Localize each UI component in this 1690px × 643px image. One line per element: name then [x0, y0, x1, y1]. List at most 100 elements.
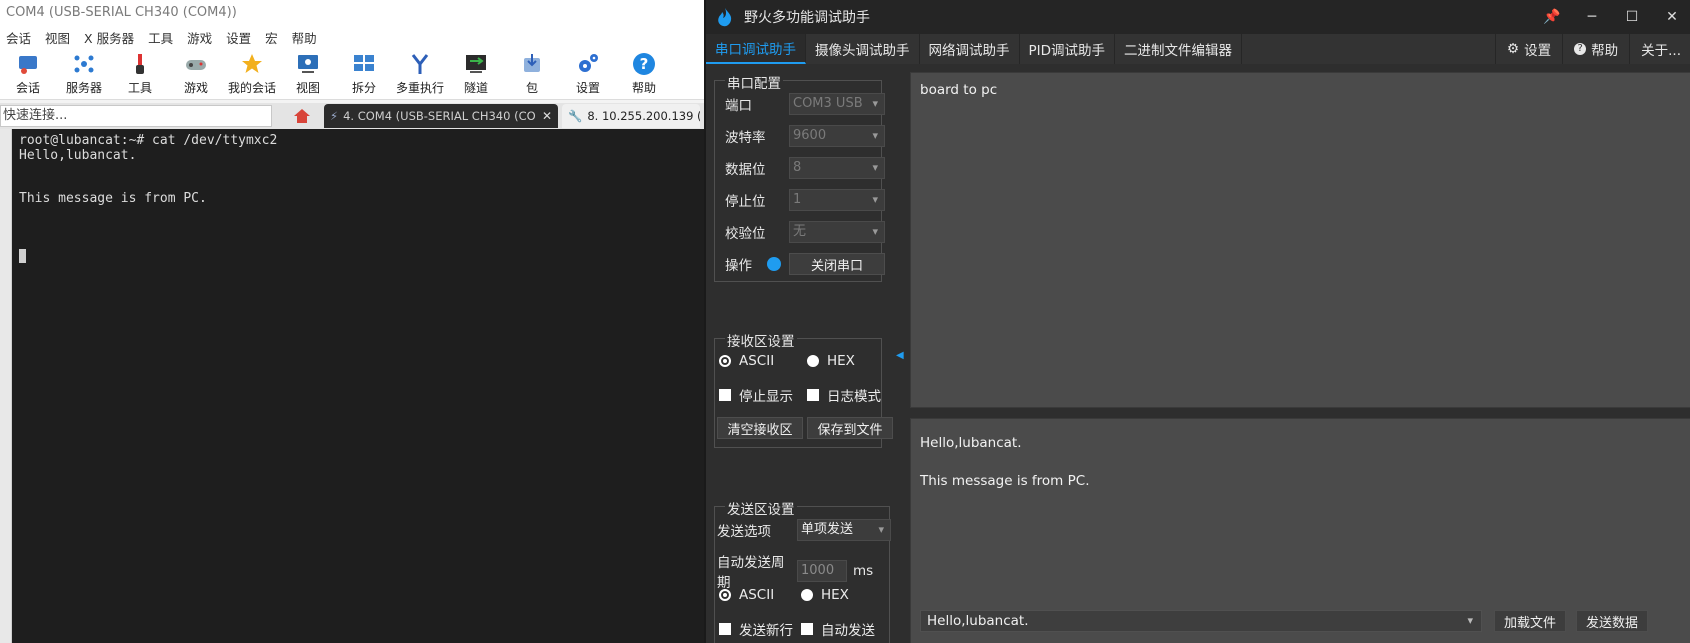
- menu-help[interactable]: 帮助: [286, 28, 325, 47]
- session-tab-ssh[interactable]: 🔧 8. 10.255.200.139 (1): [562, 104, 700, 128]
- settings-tab[interactable]: ⚙ 设置: [1495, 34, 1562, 64]
- terminal-line: Hello,lubancat.: [19, 148, 137, 163]
- quick-connect-input[interactable]: 快速连接...: [0, 105, 272, 127]
- toolbar-packages-button[interactable]: 包: [504, 48, 560, 100]
- terminal-line: root@lubancat:~# cat /dev/ttymxc2: [19, 133, 278, 148]
- send-ascii-radio[interactable]: ASCII: [719, 587, 774, 603]
- session-icon: [16, 52, 40, 76]
- toolbar-help-button[interactable]: ? 帮助: [616, 48, 672, 100]
- main-tab-bar: 串口调试助手 摄像头调试助手 网络调试助手 PID调试助手 二进制文件编辑器 ⚙…: [706, 34, 1690, 64]
- auto-period-row: 自动发送周期 1000 ms: [717, 555, 874, 591]
- tab-serial[interactable]: 串口调试助手: [706, 34, 806, 64]
- load-file-button[interactable]: 加载文件: [1494, 610, 1566, 632]
- minimize-button[interactable]: ─: [1572, 9, 1612, 25]
- toolbar-session-button[interactable]: 会话: [0, 48, 56, 100]
- toolbar-split-button[interactable]: 拆分: [336, 48, 392, 100]
- menu-sessions[interactable]: 会话: [0, 28, 39, 47]
- menu-macros[interactable]: 宏: [259, 28, 286, 47]
- receive-area[interactable]: board to pc: [910, 72, 1690, 408]
- tab-binary-editor[interactable]: 二进制文件编辑器: [1115, 34, 1243, 64]
- menu-games[interactable]: 游戏: [181, 28, 220, 47]
- port-select[interactable]: COM3 USB: [789, 93, 885, 115]
- pin-icon[interactable]: 📌: [1532, 9, 1572, 25]
- stopbits-row: 停止位 1: [725, 189, 885, 211]
- port-status-led: [767, 257, 781, 271]
- close-button[interactable]: ✕: [1652, 9, 1690, 25]
- operation-row: 操作 关闭串口: [725, 253, 885, 275]
- help-tab[interactable]: ? 帮助: [1562, 34, 1629, 64]
- menu-tools[interactable]: 工具: [142, 28, 181, 47]
- stopbits-select[interactable]: 1: [789, 189, 885, 211]
- tool-title: 野火多功能调试助手: [744, 10, 870, 26]
- tab-camera[interactable]: 摄像头调试助手: [806, 34, 920, 64]
- toolbar-servers-button[interactable]: 服务器: [56, 48, 112, 100]
- settings-icon: [576, 52, 600, 76]
- menu-xserver[interactable]: X 服务器: [78, 28, 142, 47]
- menu-view[interactable]: 视图: [39, 28, 78, 47]
- split-icon: [352, 52, 376, 76]
- log-mode-checkbox[interactable]: 日志模式: [807, 385, 881, 405]
- help-icon: ?: [632, 52, 656, 76]
- terminal-app-window: COM4 (USB-SERIAL CH340 (COM4)) 会话 视图 X 服…: [0, 0, 704, 643]
- window-title: COM4 (USB-SERIAL CH340 (COM4)): [0, 0, 704, 26]
- tunnel-icon: [464, 52, 488, 76]
- baud-select[interactable]: 9600: [789, 125, 885, 147]
- menu-bar: 会话 视图 X 服务器 工具 游戏 设置 宏 帮助: [0, 26, 704, 48]
- terminal-output[interactable]: root@lubancat:~# cat /dev/ttymxc2 Hello,l…: [12, 129, 704, 643]
- menu-settings[interactable]: 设置: [220, 28, 259, 47]
- terminal-cursor: [19, 249, 26, 263]
- parity-select[interactable]: 无: [789, 221, 885, 243]
- send-options-row: 发送选项 单项发送: [717, 519, 891, 541]
- toolbar-tunnel-button[interactable]: 隧道: [448, 48, 504, 100]
- toolbar-multiexec-button[interactable]: 多重执行: [392, 48, 448, 100]
- auto-send-checkbox[interactable]: 自动发送: [801, 619, 875, 639]
- send-settings-group: 发送区设置 发送选项 单项发送 自动发送周期 1000 ms ASCII HEX…: [714, 498, 891, 643]
- toolbar-games-button[interactable]: 游戏: [168, 48, 224, 100]
- group-title: 发送区设置: [725, 498, 797, 518]
- baud-row: 波特率 9600: [725, 125, 885, 147]
- group-title: 接收区设置: [725, 330, 797, 350]
- send-options-select[interactable]: 单项发送: [797, 519, 891, 541]
- parity-row: 校验位 无: [725, 221, 885, 243]
- flame-logo-icon: [718, 8, 732, 27]
- serial-tool-window: 野火多功能调试助手 📌 ─ ☐ ✕ 串口调试助手 摄像头调试助手 网络调试助手 …: [704, 0, 1690, 643]
- save-to-file-button[interactable]: 保存到文件: [807, 417, 893, 439]
- clear-receive-button[interactable]: 清空接收区: [717, 417, 803, 439]
- close-icon[interactable]: ✕: [542, 109, 552, 123]
- toolbar-my-sessions-button[interactable]: 我的会话: [224, 48, 280, 100]
- toolbar-tools-button[interactable]: 工具: [112, 48, 168, 100]
- splitter-handle-icon[interactable]: ◀: [896, 350, 904, 361]
- gear-icon: ⚙: [1507, 41, 1520, 57]
- send-data-button[interactable]: 发送数据: [1576, 610, 1648, 632]
- tab-network[interactable]: 网络调试助手: [920, 34, 1020, 64]
- receive-settings-group: 接收区设置 ASCII HEX 停止显示 日志模式 清空接收区 保存到文件: [714, 330, 893, 448]
- about-tab[interactable]: 关于...: [1629, 34, 1690, 64]
- home-tab[interactable]: [280, 103, 324, 129]
- plug-icon: ⚡: [330, 109, 339, 123]
- send-history-select[interactable]: Hello,lubancat.: [920, 610, 1482, 632]
- close-port-button[interactable]: 关闭串口: [789, 253, 885, 275]
- help-icon: ?: [1574, 43, 1587, 55]
- maximize-button[interactable]: ☐: [1612, 9, 1652, 25]
- port-row: 端口 COM3 USB: [725, 93, 885, 115]
- send-hex-radio[interactable]: HEX: [801, 587, 849, 603]
- stop-display-checkbox[interactable]: 停止显示: [719, 385, 793, 405]
- toolbar-settings-button[interactable]: 设置: [560, 48, 616, 100]
- send-newline-checkbox[interactable]: 发送新行: [719, 619, 793, 639]
- auto-period-input[interactable]: 1000: [797, 560, 847, 582]
- tool-titlebar: 野火多功能调试助手 📌 ─ ☐ ✕: [706, 0, 1690, 34]
- toolbar: 会话 服务器 工具 游戏 我的会话 视图 拆分 多重执行 隧道 包 设置 ? 帮…: [0, 48, 704, 100]
- key-icon: 🔧: [568, 109, 583, 123]
- databits-select[interactable]: 8: [789, 157, 885, 179]
- svg-text:?: ?: [640, 55, 649, 73]
- view-icon: [296, 52, 320, 76]
- receive-ascii-radio[interactable]: ASCII: [719, 353, 774, 369]
- session-tab-com4[interactable]: ⚡ 4. COM4 (USB-SERIAL CH340 (CO ✕: [324, 104, 558, 128]
- tab-pid[interactable]: PID调试助手: [1020, 34, 1116, 64]
- multiexec-icon: [408, 52, 432, 76]
- toolbar-view-button[interactable]: 视图: [280, 48, 336, 100]
- star-icon: [240, 52, 264, 76]
- receive-hex-radio[interactable]: HEX: [807, 353, 855, 369]
